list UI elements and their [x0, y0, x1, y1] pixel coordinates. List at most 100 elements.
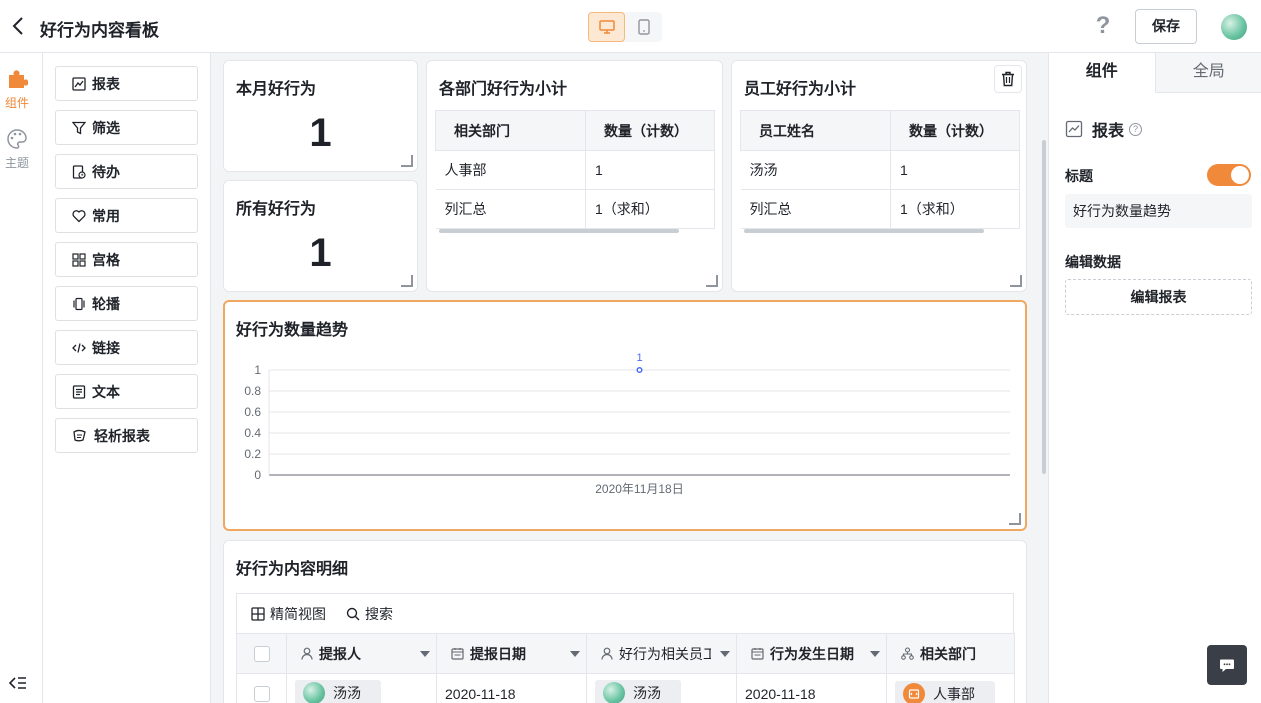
column-header-dept[interactable]: 相关部门 [886, 633, 1015, 674]
chevron-down-icon[interactable] [870, 651, 880, 657]
tab-component[interactable]: 组件 [1049, 53, 1156, 93]
resize-handle[interactable] [401, 155, 413, 167]
dept-table: 相关部门 数量（计数） 人事部 1 列汇总 1（求和） [435, 110, 715, 229]
chat-button[interactable] [1207, 645, 1247, 685]
dept-name: 人事部 [933, 685, 975, 702]
card-title: 员工好行为小计 [744, 81, 857, 98]
mobile-view-button[interactable] [625, 12, 662, 42]
user-chip[interactable]: 汤汤 [595, 680, 681, 703]
chevron-down-icon[interactable] [420, 651, 430, 657]
palette-item-label: 报表 [92, 75, 120, 92]
table-header: 相关部门 [435, 110, 586, 151]
table-scrollbar[interactable] [744, 229, 984, 233]
title-input[interactable]: 好行为数量趋势 [1065, 194, 1252, 228]
dept-cell: 人事部 [886, 673, 1015, 703]
card-dept-subtotal[interactable]: 各部门好行为小计 相关部门 数量（计数） 人事部 1 列汇总 1（求和） [426, 60, 723, 292]
column-header-occur-date[interactable]: 行为发生日期 [736, 633, 887, 674]
rail-item-theme[interactable]: 主题 [0, 129, 34, 171]
table-row[interactable]: 汤汤 2020-11-18 汤汤 2020-11-18 人事部 [236, 673, 1015, 703]
chevron-left-icon [12, 17, 23, 35]
column-label: 好行为相关员工 [619, 645, 711, 662]
phone-icon [637, 19, 650, 35]
select-all-checkbox[interactable] [253, 645, 270, 662]
palette-item-frequent[interactable]: 常用 [55, 198, 198, 233]
card-trend-chart[interactable]: 好行为数量趋势 0 0.2 0.4 0.6 0.8 1 2020年11月18日 1 [223, 300, 1027, 531]
palette-item-text[interactable]: 文本 [55, 374, 198, 409]
card-all-good[interactable]: 所有好行为 1 [223, 180, 418, 292]
org-icon [901, 647, 914, 660]
user-avatar[interactable] [1221, 14, 1247, 40]
edit-report-button[interactable]: 编辑报表 [1065, 279, 1252, 315]
save-button[interactable]: 保存 [1135, 9, 1197, 44]
occur-date-cell: 2020-11-18 [736, 673, 887, 703]
title-toggle[interactable] [1207, 164, 1251, 186]
compact-view-button[interactable]: 精简视图 [251, 604, 326, 624]
y-tick-label: 0.6 [244, 405, 261, 419]
compact-view-label: 精简视图 [270, 605, 326, 622]
device-switch [588, 12, 662, 42]
palette-item-label: 常用 [92, 207, 120, 224]
card-detail[interactable]: 好行为内容明细 精简视图 搜索 提报人 提报日期 好行为相关员工 行为发生日期 … [223, 540, 1027, 703]
avatar [603, 682, 625, 703]
search-label: 搜索 [365, 605, 393, 622]
table-header: 数量（计数） [585, 110, 715, 151]
palette-item-link[interactable]: 链接 [55, 330, 198, 365]
help-icon[interactable]: ? [1092, 13, 1114, 39]
carousel-icon [73, 297, 85, 310]
palette-item-label: 宫格 [92, 251, 120, 268]
table-cell: 人事部 [435, 150, 586, 190]
collapse-panel-button[interactable] [8, 675, 27, 691]
table-row: 列汇总 1（求和） [740, 189, 1020, 229]
palette-item-todo[interactable]: 待办 [55, 154, 198, 189]
table-scrollbar[interactable] [439, 229, 679, 233]
title-label: 标题 [1065, 168, 1093, 184]
resize-handle[interactable] [706, 275, 718, 287]
search-button[interactable]: 搜索 [346, 604, 393, 624]
palette-item-report[interactable]: 报表 [55, 66, 198, 101]
column-header-report-date[interactable]: 提报日期 [436, 633, 587, 674]
code-icon [72, 342, 86, 353]
canvas-scrollbar[interactable] [1042, 140, 1046, 474]
top-bar: 好行为内容看板 ? 保存 [0, 0, 1261, 53]
back-button[interactable] [10, 16, 28, 36]
row-select-cell [236, 673, 287, 703]
table-cell: 列汇总 [435, 189, 586, 229]
delete-button[interactable] [994, 65, 1022, 93]
column-header-reporter[interactable]: 提报人 [286, 633, 437, 674]
help-icon[interactable]: ? [1129, 122, 1143, 136]
desktop-view-button[interactable] [588, 12, 625, 42]
chevron-down-icon[interactable] [720, 651, 730, 657]
user-chip[interactable]: 汤汤 [295, 680, 381, 703]
calendar-icon [451, 648, 464, 660]
y-tick-label: 0.8 [244, 384, 261, 398]
component-type: 报表 ? [1065, 117, 1143, 141]
dept-chip[interactable]: 人事部 [895, 680, 995, 703]
palette-item-carousel[interactable]: 轮播 [55, 286, 198, 321]
analysis-icon [73, 429, 86, 441]
report-date-cell: 2020-11-18 [436, 673, 587, 703]
heart-icon [72, 209, 86, 222]
row-checkbox[interactable] [253, 685, 270, 702]
resize-handle[interactable] [401, 275, 413, 287]
tab-global[interactable]: 全局 [1155, 53, 1261, 93]
palette-item-filter[interactable]: 筛选 [55, 110, 198, 145]
table-cell: 1 [585, 150, 715, 190]
palette-item-light-analysis[interactable]: 轻析报表 [55, 418, 198, 453]
rail-item-components[interactable]: 组件 [0, 69, 34, 111]
card-month-good[interactable]: 本月好行为 1 [223, 60, 418, 172]
chevron-down-icon[interactable] [570, 651, 580, 657]
y-tick-label: 0 [254, 468, 261, 482]
rail-item-label: 主题 [4, 156, 29, 170]
table-row: 列汇总 1（求和） [435, 189, 715, 229]
toggle-knob [1231, 166, 1249, 184]
component-palette: 报表 筛选 待办 常用 宫格 轮播 链接 文本 轻析报表 [43, 53, 211, 703]
column-header-employee[interactable]: 好行为相关员工 [586, 633, 737, 674]
table-row: 人事部 1 [435, 150, 715, 190]
resize-handle[interactable] [1009, 513, 1021, 525]
trash-icon [1002, 71, 1014, 87]
palette-item-grid[interactable]: 宫格 [55, 242, 198, 277]
collapse-left-icon [8, 677, 26, 689]
card-staff-subtotal[interactable]: 员工好行为小计 员工姓名 数量（计数） 汤汤 1 列汇总 1（求和） [731, 60, 1027, 292]
resize-handle[interactable] [1010, 275, 1022, 287]
data-point [636, 366, 643, 374]
